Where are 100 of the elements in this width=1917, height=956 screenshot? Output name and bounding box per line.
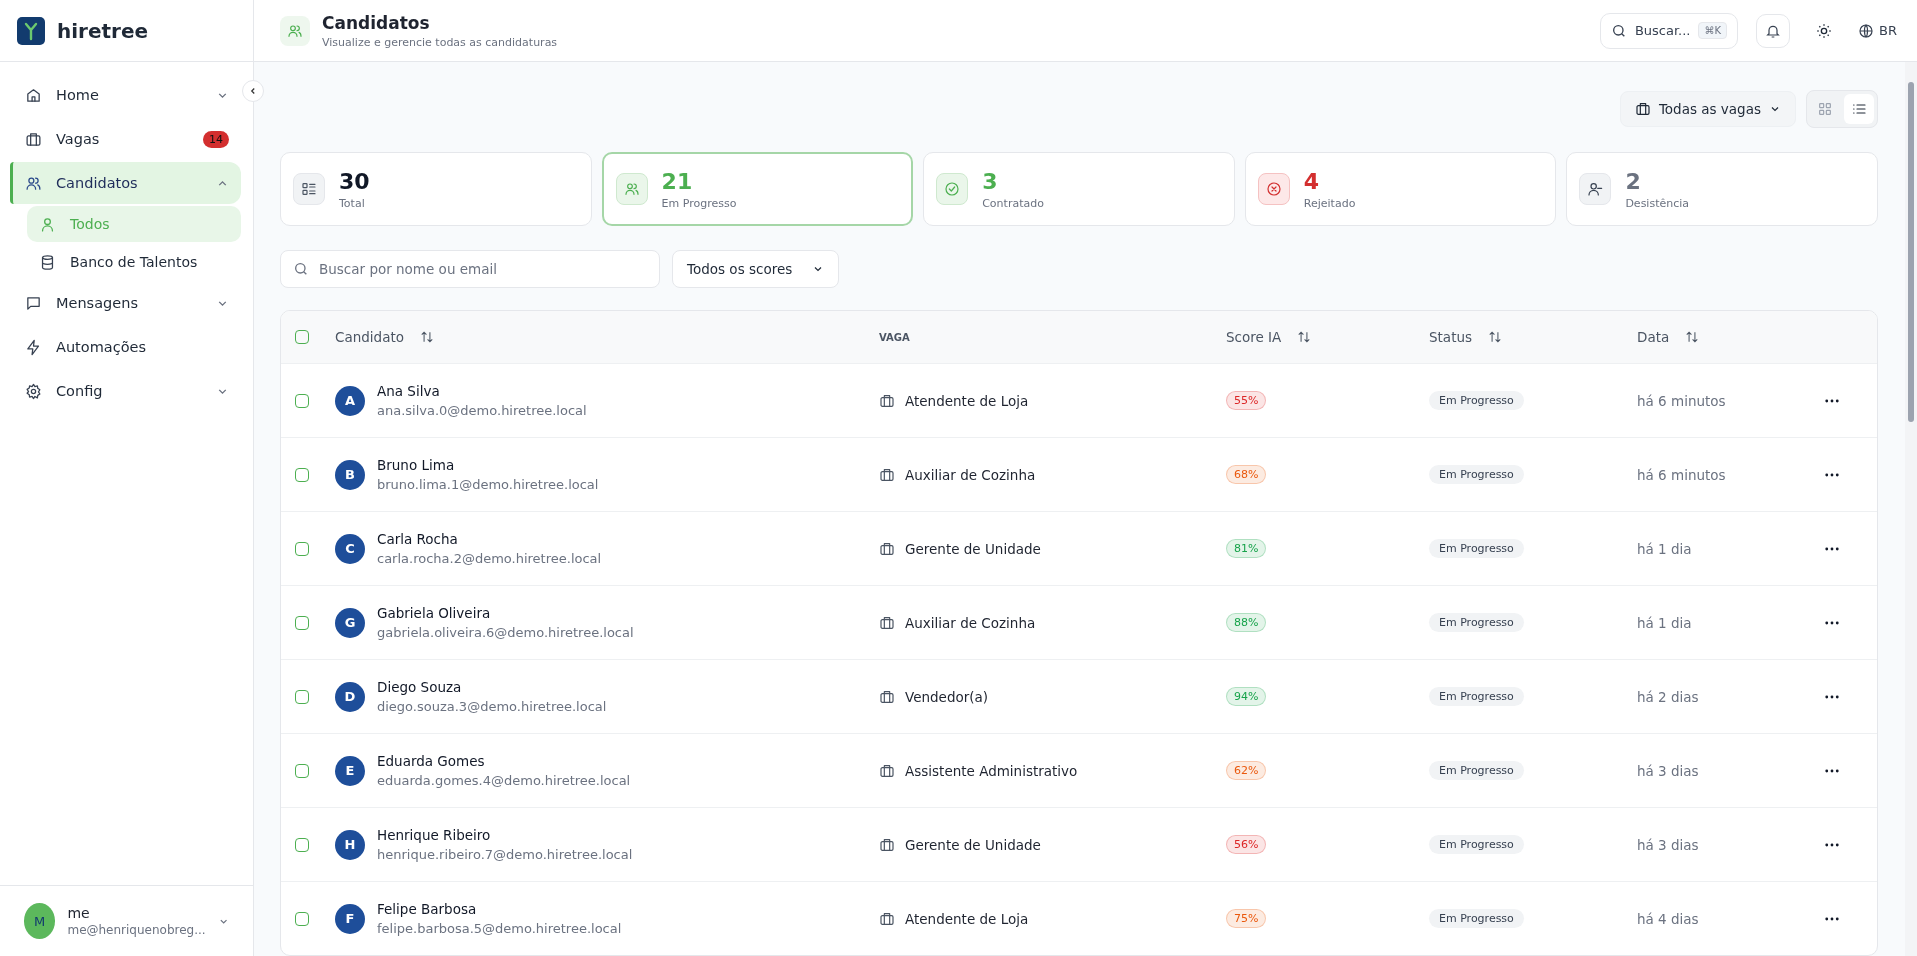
date-text: há 6 minutos — [1637, 466, 1726, 483]
stat-card[interactable]: 4 Rejeitado — [1244, 152, 1557, 226]
candidate-name[interactable]: Eduarda Gomes — [377, 753, 631, 769]
checkbox[interactable] — [295, 467, 309, 482]
column-header[interactable]: Data — [1637, 329, 1670, 345]
job-title: Auxiliar de Cozinha — [905, 466, 1036, 483]
candidate-email: eduarda.gomes.4@demo.hiretree.local — [377, 773, 631, 788]
candidate-email: felipe.barbosa.5@demo.hiretree.local — [377, 921, 622, 936]
briefcase-icon — [879, 910, 895, 927]
score-filter-dropdown[interactable]: Todos os scores — [672, 250, 840, 288]
checkbox[interactable] — [295, 689, 309, 704]
briefcase-icon — [1634, 101, 1651, 117]
more-icon[interactable] — [1825, 694, 1839, 699]
candidate-name[interactable]: Ana Silva — [377, 383, 587, 399]
stat-card[interactable]: 2 Desistência — [1566, 152, 1878, 226]
sort-icon[interactable] — [1297, 330, 1312, 344]
candidate-email: diego.souza.3@demo.hiretree.local — [377, 699, 607, 714]
avatar: C — [335, 533, 365, 564]
stat-value: 2 — [1625, 168, 1642, 194]
score-badge: 94% — [1226, 687, 1267, 706]
sort-icon[interactable] — [420, 330, 434, 344]
job-title: Gerente de Unidade — [905, 540, 1041, 557]
score-badge: 56% — [1226, 835, 1267, 854]
briefcase-icon — [879, 614, 895, 631]
column-header[interactable]: VAGA — [879, 331, 910, 343]
more-icon[interactable] — [1825, 546, 1839, 551]
sidebar-item[interactable]: Candidatos — [10, 162, 241, 204]
date-text: há 4 dias — [1637, 910, 1699, 927]
column-header[interactable]: Score IA — [1226, 329, 1282, 345]
sidebar-item[interactable]: Config — [10, 370, 241, 412]
sidebar-item[interactable]: Home — [10, 74, 241, 116]
candidate-name[interactable]: Carla Rocha — [377, 531, 602, 547]
job-title: Auxiliar de Cozinha — [905, 614, 1036, 631]
stat-value: 30 — [339, 168, 370, 194]
score-badge: 81% — [1226, 539, 1267, 558]
stat-label: Total — [339, 196, 366, 210]
search-icon — [293, 261, 309, 277]
sidebar-item[interactable]: Mensagens — [10, 282, 241, 324]
sidebar-item[interactable]: Automações — [10, 326, 241, 368]
search-field[interactable]: Buscar... ⌘K — [1599, 12, 1739, 49]
more-icon[interactable] — [1825, 842, 1839, 847]
candidate-name[interactable]: Felipe Barbosa — [377, 901, 622, 917]
more-icon[interactable] — [1825, 916, 1839, 921]
user-minus-icon — [1579, 173, 1612, 205]
checkbox[interactable] — [295, 393, 309, 408]
grid-icon — [1817, 101, 1833, 117]
more-icon[interactable] — [1825, 768, 1839, 773]
stat-value: 3 — [982, 168, 999, 194]
candidate-name[interactable]: Gabriela Oliveira — [377, 605, 634, 621]
column-header[interactable]: Status — [1429, 329, 1473, 345]
status-badge: Em Progresso — [1429, 465, 1524, 484]
avatar: G — [335, 607, 365, 638]
checkbox[interactable] — [295, 330, 309, 344]
sidebar-item[interactable]: Vagas 14 — [10, 118, 241, 160]
brand-name: hiretree — [57, 18, 149, 43]
avatar: H — [335, 829, 365, 860]
more-icon[interactable] — [1825, 472, 1839, 477]
briefcase-icon — [879, 466, 895, 483]
checkbox[interactable] — [295, 837, 309, 852]
stat-label: Contratado — [982, 196, 1044, 210]
user-email: me@henriquenobreg... — [67, 923, 206, 937]
more-icon[interactable] — [1825, 620, 1839, 625]
stat-card[interactable]: 3 Contratado — [923, 152, 1235, 226]
candidate-name[interactable]: Henrique Ribeiro — [377, 827, 633, 843]
checkbox[interactable] — [295, 615, 309, 630]
candidate-name[interactable]: Bruno Lima — [377, 457, 599, 473]
candidate-name[interactable]: Diego Souza — [377, 679, 607, 695]
sidebar-subitem[interactable]: Banco de Talentos — [27, 244, 241, 280]
date-text: há 1 dia — [1637, 614, 1692, 631]
notifications-button[interactable] — [1756, 13, 1791, 48]
logo-icon — [17, 16, 45, 45]
score-badge: 62% — [1226, 761, 1267, 780]
more-icon[interactable] — [1825, 398, 1839, 403]
job-title: Atendente de Loja — [905, 392, 1029, 409]
stat-card[interactable]: 21 Em Progresso — [601, 152, 914, 226]
candidate-email: henrique.ribeiro.7@demo.hiretree.local — [377, 847, 633, 862]
stat-label: Desistência — [1625, 196, 1690, 210]
stat-card[interactable]: 30 Total — [280, 152, 592, 226]
job-filter-dropdown[interactable]: Todas as vagas — [1619, 91, 1796, 127]
collapse-sidebar-button[interactable] — [242, 80, 264, 102]
score-badge: 88% — [1226, 613, 1267, 632]
checkbox[interactable] — [295, 541, 309, 556]
language-button[interactable]: BR — [1858, 22, 1897, 39]
job-title: Vendedor(a) — [905, 688, 989, 705]
stat-label: Rejeitado — [1303, 196, 1356, 210]
briefcase-icon — [879, 762, 895, 779]
search-field[interactable]: Buscar por nome ou email — [280, 250, 660, 288]
column-header[interactable]: Candidato — [335, 329, 404, 345]
checkbox[interactable] — [295, 763, 309, 778]
status-badge: Em Progresso — [1429, 613, 1524, 632]
score-badge: 75% — [1226, 909, 1267, 928]
sort-icon[interactable] — [1685, 330, 1700, 344]
job-title: Atendente de Loja — [905, 910, 1029, 927]
scrollbar[interactable] — [1905, 62, 1917, 956]
score-badge: 55% — [1226, 391, 1267, 410]
sun-icon[interactable] — [1816, 22, 1833, 39]
list-view-button[interactable] — [1844, 94, 1874, 124]
sort-icon[interactable] — [1488, 330, 1503, 344]
checkbox[interactable] — [295, 911, 309, 926]
candidate-email: carla.rocha.2@demo.hiretree.local — [377, 551, 602, 566]
